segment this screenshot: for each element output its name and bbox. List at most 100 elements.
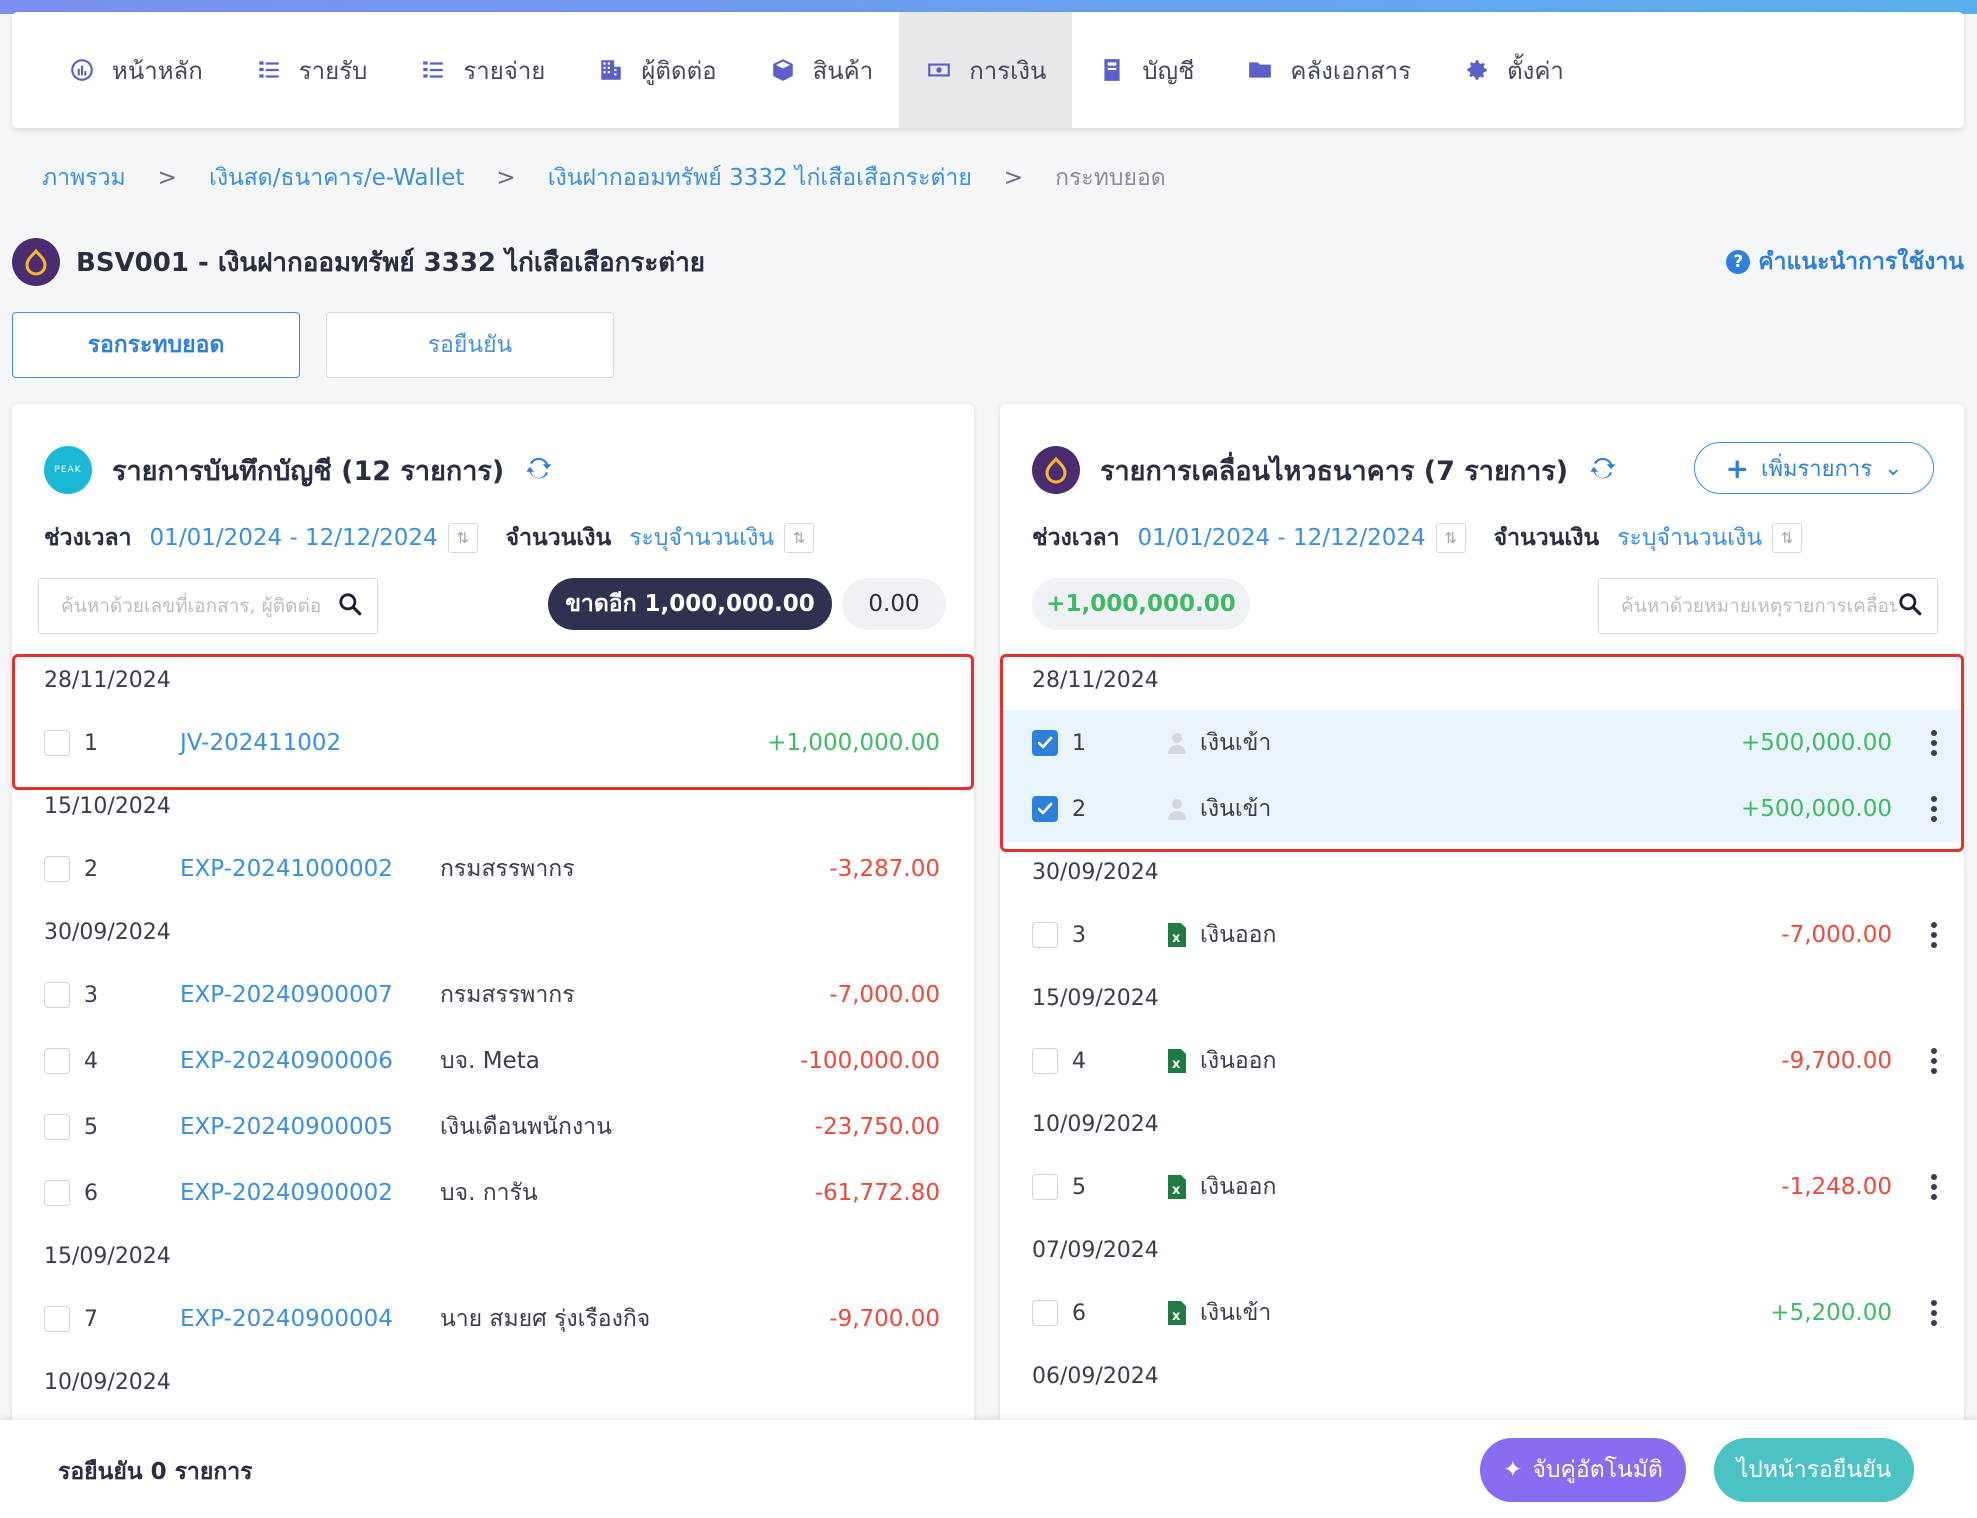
income-list-icon <box>255 56 283 84</box>
row-number: 4 <box>1072 1048 1086 1074</box>
building-icon <box>597 56 625 84</box>
sort-icon[interactable]: ⇅ <box>447 523 478 553</box>
search-input[interactable]: ค้นหาด้วยเลขที่เอกสาร, ผู้ติดต่อ <box>38 578 378 634</box>
tab-pending-confirm[interactable]: รอยืนยัน <box>326 312 614 378</box>
bank-logo-icon <box>1032 446 1080 494</box>
row-checkbox[interactable] <box>44 856 70 882</box>
amount: -9,700.00 <box>1781 1048 1892 1074</box>
refresh-icon[interactable] <box>524 453 554 487</box>
nav-item-products[interactable]: สินค้า <box>743 12 900 128</box>
row-checkbox[interactable] <box>44 1180 70 1206</box>
tab-pending-reconcile[interactable]: รอกระทบยอด <box>12 312 300 378</box>
amount-value[interactable]: ระบุจำนวนเงิน <box>1617 520 1762 556</box>
row-checkbox[interactable] <box>1032 1174 1058 1200</box>
row-number: 6 <box>84 1180 98 1206</box>
amount-value[interactable]: ระบุจำนวนเงิน <box>629 520 774 556</box>
search-icon[interactable] <box>1897 591 1923 621</box>
document-link[interactable]: EXP-20240900007 <box>180 982 393 1008</box>
period-value[interactable]: 01/01/2024 - 12/12/2024 <box>1138 525 1426 551</box>
table-row[interactable]: 1 JV-202411002 +1,000,000.00 <box>12 710 974 776</box>
breadcrumb-cash-bank[interactable]: เงินสด/ธนาคาร/e-Wallet <box>209 160 464 196</box>
more-options-icon[interactable] <box>1930 730 1938 756</box>
document-link[interactable]: EXP-20240900002 <box>180 1180 393 1206</box>
more-options-icon[interactable] <box>1930 1048 1938 1074</box>
nav-item-contacts[interactable]: ผู้ติดต่อ <box>571 12 742 128</box>
table-row[interactable]: 2 เงินเข้า +500,000.00 <box>1000 776 1964 842</box>
transaction-description: เงินออก <box>1200 1048 1277 1074</box>
table-row[interactable]: 4 x เงินออก -9,700.00 <box>1000 1028 1964 1094</box>
table-row[interactable]: 6 EXP-20240900002 บจ. การัน -61,772.80 <box>12 1160 974 1226</box>
auto-match-label: จับคู่อัตโนมัติ <box>1532 1457 1663 1483</box>
excel-icon: x <box>1166 1048 1188 1074</box>
row-number: 6 <box>1072 1300 1086 1326</box>
date-header: 15/09/2024 <box>1032 985 1159 1011</box>
more-options-icon[interactable] <box>1930 922 1938 948</box>
nav-item-accounting[interactable]: บัญชี <box>1072 12 1220 128</box>
sort-icon[interactable]: ⇅ <box>1435 523 1466 553</box>
search-input[interactable]: ค้นหาด้วยหมายเหตุรายการเคลื่อนไหว <box>1598 578 1938 634</box>
row-checkbox[interactable] <box>44 1114 70 1140</box>
nav-item-expense[interactable]: รายจ่าย <box>393 12 571 128</box>
date-header: 10/09/2024 <box>44 1369 171 1395</box>
breadcrumb-current: กระทบยอด <box>1055 165 1166 191</box>
table-row[interactable]: 3 x เงินออก -7,000.00 <box>1000 902 1964 968</box>
help-link[interactable]: ? คำแนะนำการใช้งาน <box>1726 244 1964 280</box>
table-row[interactable]: 2 EXP-20241000002 กรมสรรพากร -3,287.00 <box>12 836 974 902</box>
row-checkbox[interactable] <box>44 1048 70 1074</box>
table-row[interactable]: 5 x เงินออก -1,248.00 <box>1000 1154 1964 1220</box>
go-confirm-button[interactable]: ไปหน้ารอยืนยัน <box>1714 1438 1914 1502</box>
box-icon <box>769 56 797 84</box>
row-checkbox[interactable] <box>44 982 70 1008</box>
add-transaction-label: เพิ่มรายการ <box>1760 456 1873 482</box>
nav-item-home[interactable]: หน้าหลัก <box>42 12 229 128</box>
row-checkbox[interactable] <box>44 730 70 756</box>
table-row[interactable]: 6 x เงินเข้า +5,200.00 <box>1000 1280 1964 1346</box>
amount-label: จำนวนเงิน <box>1493 525 1600 551</box>
add-transaction-button[interactable]: + เพิ่มรายการ ⌄ <box>1694 442 1934 494</box>
row-number: 2 <box>84 856 98 882</box>
main-nav: หน้าหลัก รายรับ รายจ่าย ผู้ติดต่อ สินค้า… <box>12 12 1964 128</box>
document-link[interactable]: EXP-20240900005 <box>180 1114 393 1140</box>
search-icon[interactable] <box>337 591 363 621</box>
more-options-icon[interactable] <box>1930 1174 1938 1200</box>
row-checkbox[interactable] <box>1032 796 1058 822</box>
table-row[interactable]: 5 EXP-20240900005 เงินเดือนพนักงาน -23,750.… <box>12 1094 974 1160</box>
auto-match-button[interactable]: ✦ จับคู่อัตโนมัติ <box>1480 1438 1686 1502</box>
nav-item-label: รายรับ <box>298 56 368 85</box>
table-row[interactable]: 4 EXP-20240900006 บจ. Meta -100,000.00 <box>12 1028 974 1094</box>
refresh-icon[interactable] <box>1588 453 1618 487</box>
nav-item-settings[interactable]: ตั้งค่า <box>1437 12 1590 128</box>
sort-icon[interactable]: ⇅ <box>1772 523 1803 553</box>
breadcrumb-account[interactable]: เงินฝากออมทรัพย์ 3332 ไก่เสือเสือกระต่าย <box>548 160 972 196</box>
breadcrumb-overview[interactable]: ภาพรวม <box>42 160 126 196</box>
row-checkbox[interactable] <box>1032 1300 1058 1326</box>
document-link[interactable]: EXP-20240900004 <box>180 1306 393 1332</box>
period-label: ช่วงเวลา <box>44 525 132 551</box>
amount: -1,248.00 <box>1781 1174 1892 1200</box>
filter-row: ช่วงเวลา 01/01/2024 - 12/12/2024 ⇅ จำนวน… <box>44 520 842 556</box>
document-link[interactable]: JV-202411002 <box>180 730 341 756</box>
more-options-icon[interactable] <box>1930 1300 1938 1326</box>
period-value[interactable]: 01/01/2024 - 12/12/2024 <box>150 525 438 551</box>
nav-item-label: หน้าหลัก <box>112 56 203 85</box>
row-checkbox[interactable] <box>1032 922 1058 948</box>
table-row[interactable]: 7 EXP-20240900004 นาย สมยศ รุ่งเรืองกิจ -9,… <box>12 1286 974 1352</box>
document-link[interactable]: EXP-20241000002 <box>180 856 393 882</box>
contact-name: บจ. การัน <box>440 1180 538 1206</box>
table-row[interactable]: 3 EXP-20240900007 กรมสรรพากร -7,000.00 <box>12 962 974 1028</box>
more-options-icon[interactable] <box>1930 796 1938 822</box>
row-checkbox[interactable] <box>44 1306 70 1332</box>
pending-count: รอยืนยัน 0 รายการ <box>58 1459 253 1485</box>
row-checkbox[interactable] <box>1032 1048 1058 1074</box>
row-checkbox[interactable] <box>1032 730 1058 756</box>
sort-icon[interactable]: ⇅ <box>784 523 815 553</box>
money-icon <box>925 56 953 84</box>
row-number: 4 <box>84 1048 98 1074</box>
nav-item-documents[interactable]: คลังเอกสาร <box>1220 12 1437 128</box>
table-row[interactable]: 1 เงินเข้า +500,000.00 <box>1000 710 1964 776</box>
nav-item-finance[interactable]: การเงิน <box>899 12 1073 128</box>
nav-item-income[interactable]: รายรับ <box>229 12 394 128</box>
document-link[interactable]: EXP-20240900006 <box>180 1048 393 1074</box>
transaction-description: เงินเข้า <box>1200 1300 1272 1326</box>
period-label: ช่วงเวลา <box>1032 525 1120 551</box>
